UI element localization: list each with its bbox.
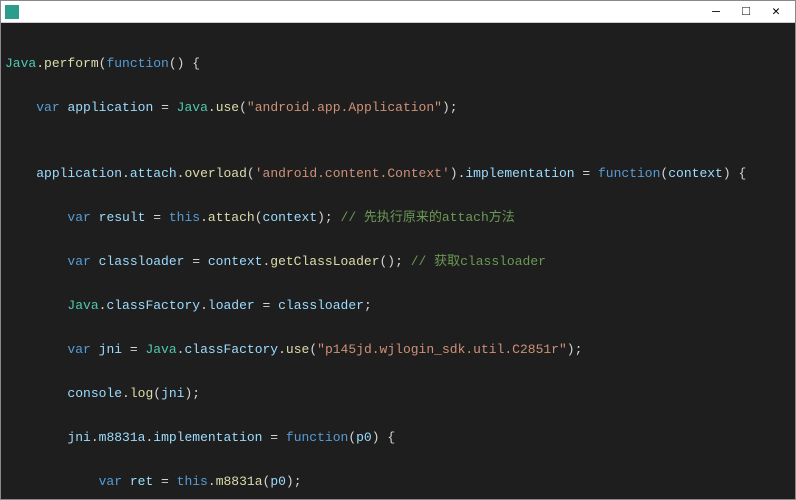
code-editor[interactable]: Java.perform(function() { var applicatio…: [1, 23, 795, 499]
code-line: console.log(jni);: [5, 383, 791, 405]
code-line: var classloader = context.getClassLoader…: [5, 251, 791, 273]
maximize-button[interactable]: □: [739, 5, 753, 19]
app-icon: [5, 5, 19, 19]
minimize-button[interactable]: —: [709, 5, 723, 19]
code-line: var result = this.attach(context); // 先执…: [5, 207, 791, 229]
window-titlebar: — □ ✕: [1, 1, 795, 23]
code-line: jni.m8831a.implementation = function(p0)…: [5, 427, 791, 449]
code-line: Java.perform(function() {: [5, 53, 791, 75]
code-line: var application = Java.use("android.app.…: [5, 97, 791, 119]
code-line: Java.classFactory.loader = classloader;: [5, 295, 791, 317]
code-line: var jni = Java.classFactory.use("p145jd.…: [5, 339, 791, 361]
close-button[interactable]: ✕: [769, 5, 783, 19]
window-controls: — □ ✕: [709, 5, 795, 19]
code-line: application.attach.overload('android.con…: [5, 163, 791, 185]
code-line: var ret = this.m8831a(p0);: [5, 471, 791, 493]
